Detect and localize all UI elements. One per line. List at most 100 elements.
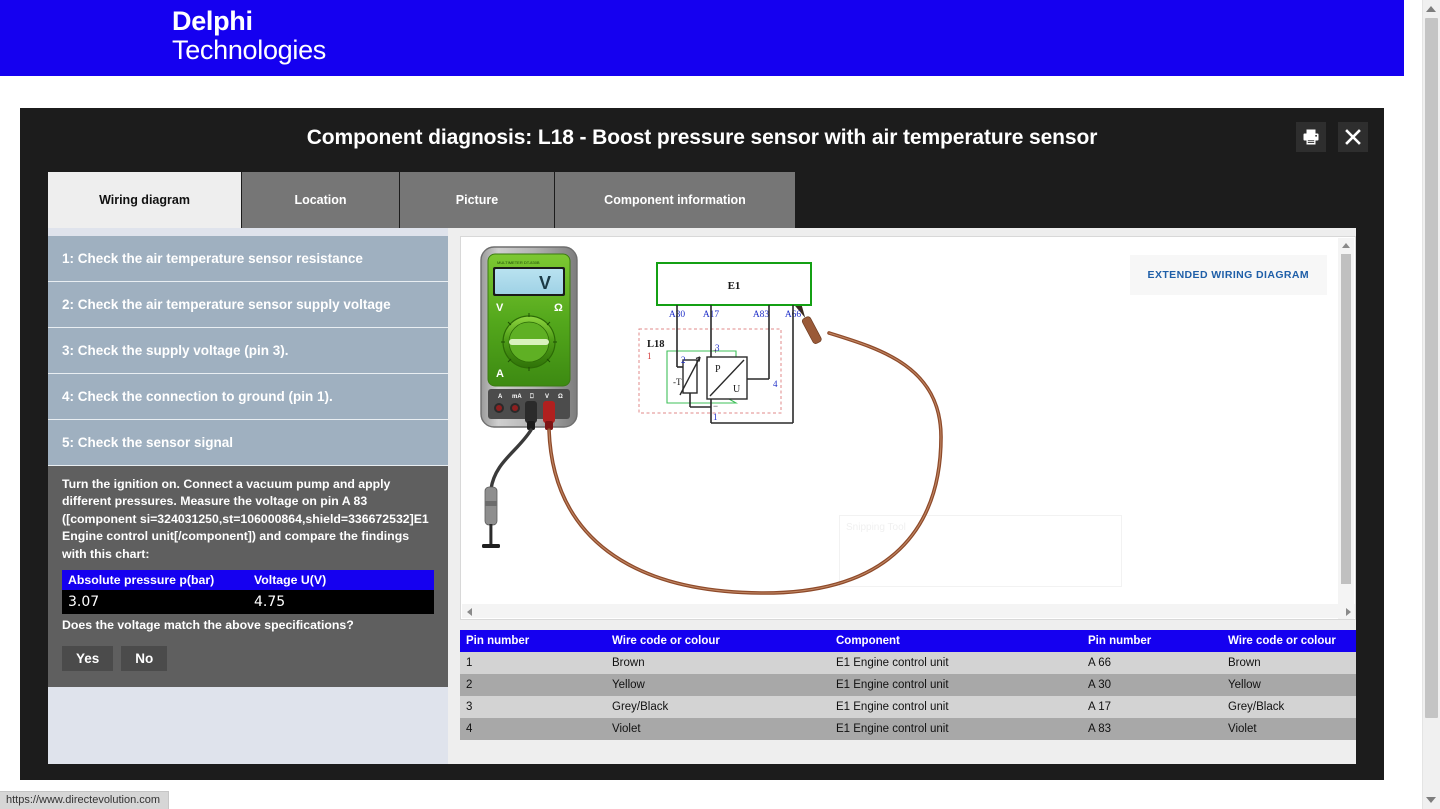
table-row: 3 Grey/Black E1 Engine control unit A 17… xyxy=(460,696,1356,718)
diagram-scroll-right-icon[interactable] xyxy=(1346,608,1351,616)
pin-col-wire-left: Wire code or colour xyxy=(606,630,830,652)
svg-text:1: 1 xyxy=(647,351,652,361)
svg-text:Ω: Ω xyxy=(554,302,563,314)
cell-pin-left: 3 xyxy=(460,696,606,718)
tab-wiring-diagram[interactable]: Wiring diagram xyxy=(48,172,242,228)
step-item-3[interactable]: 3: Check the supply voltage (pin 3). xyxy=(48,328,448,374)
step-item-2[interactable]: 2: Check the air temperature sensor supp… xyxy=(48,282,448,328)
svg-text:1: 1 xyxy=(713,412,718,422)
specification-table: Absolute pressure p(bar) Voltage U(V) 3.… xyxy=(62,570,434,614)
brand-line-2: Technologies xyxy=(172,37,326,64)
step-item-4[interactable]: 4: Check the connection to ground (pin 1… xyxy=(48,374,448,420)
ecu-block: E1 A30 A17 A83 A66 xyxy=(657,263,811,320)
svg-text:4: 4 xyxy=(773,379,778,389)
step-label: 4: Check the connection to ground (pin 1… xyxy=(62,389,333,404)
step-label: 2: Check the air temperature sensor supp… xyxy=(62,297,391,312)
dialog-actions xyxy=(1296,122,1368,152)
instruction-text: Turn the ignition on. Connect a vacuum p… xyxy=(62,476,434,563)
tab-picture[interactable]: Picture xyxy=(400,172,555,228)
step-label: 3: Check the supply voltage (pin 3). xyxy=(62,343,289,358)
cell-wire-left: Yellow xyxy=(606,674,830,696)
svg-text:U: U xyxy=(733,384,741,395)
svg-text:2: 2 xyxy=(681,355,686,365)
tab-location[interactable]: Location xyxy=(242,172,400,228)
black-test-lead xyxy=(491,430,531,489)
brand-header: Delphi Technologies xyxy=(0,0,1404,76)
dialog-content: 1: Check the air temperature sensor resi… xyxy=(48,228,1356,764)
dialog-title: Component diagnosis: L18 - Boost pressur… xyxy=(20,108,1384,168)
svg-text:E1: E1 xyxy=(728,280,741,292)
step-label: 1: Check the air temperature sensor resi… xyxy=(62,251,363,266)
brand-line-1: Delphi xyxy=(172,8,326,35)
tab-bar: Wiring diagram Location Picture Componen… xyxy=(48,172,796,228)
spec-table-row: 3.07 4.75 xyxy=(62,590,434,614)
svg-text:A: A xyxy=(498,394,503,400)
svg-text:V: V xyxy=(545,394,549,400)
browser-status-bar: https://www.directevolution.com xyxy=(0,791,169,809)
cell-pin-left: 4 xyxy=(460,718,606,740)
pin-connection-table: Pin number Wire code or colour Component… xyxy=(460,630,1356,740)
cell-wire-left: Violet xyxy=(606,718,830,740)
cell-component: E1 Engine control unit xyxy=(830,652,1082,674)
cell-wire-right: Brown xyxy=(1222,652,1356,674)
pin-col-pin-number-left: Pin number xyxy=(460,630,606,652)
spec-col-voltage: Voltage U(V) xyxy=(248,570,434,590)
svg-text:P: P xyxy=(715,364,721,375)
cell-pin-right: A 30 xyxy=(1082,674,1222,696)
browser-scrollbar-thumb[interactable] xyxy=(1425,18,1438,718)
svg-text:Ω: Ω xyxy=(558,394,563,400)
step-item-1[interactable]: 1: Check the air temperature sensor resi… xyxy=(48,236,448,282)
svg-text:-T: -T xyxy=(673,377,682,387)
close-icon xyxy=(1344,128,1362,146)
tab-label: Wiring diagram xyxy=(99,193,190,207)
cell-wire-right: Yellow xyxy=(1222,674,1356,696)
diagram-vertical-scrollbar[interactable] xyxy=(1338,238,1354,620)
scroll-down-arrow-icon[interactable] xyxy=(1426,797,1436,803)
close-button[interactable] xyxy=(1338,122,1368,152)
cell-pin-right: A 83 xyxy=(1082,718,1222,740)
yes-button[interactable]: Yes xyxy=(62,646,113,671)
svg-text:L18: L18 xyxy=(647,339,665,350)
cell-pin-right: A 66 xyxy=(1082,652,1222,674)
no-button[interactable]: No xyxy=(121,646,167,671)
cell-pin-left: 1 xyxy=(460,652,606,674)
wiring-diagram-illustration: MULTIMETER DT-830B V V Ω A xyxy=(461,237,1341,605)
printer-icon xyxy=(1302,128,1320,146)
svg-text:−: − xyxy=(713,401,718,411)
cell-wire-right: Violet xyxy=(1222,718,1356,740)
svg-text:mA: mA xyxy=(512,394,522,400)
cell-wire-left: Brown xyxy=(606,652,830,674)
svg-text:3: 3 xyxy=(715,343,720,353)
svg-text:MULTIMETER DT-830B: MULTIMETER DT-830B xyxy=(497,260,540,265)
diagram-scroll-up-icon[interactable] xyxy=(1342,243,1350,248)
cell-component: E1 Engine control unit xyxy=(830,718,1082,740)
tab-component-information[interactable]: Component information xyxy=(555,172,796,228)
svg-text:⎕: ⎕ xyxy=(530,393,534,400)
svg-text:A83: A83 xyxy=(753,310,770,320)
cell-wire-right: Grey/Black xyxy=(1222,696,1356,718)
table-row: 1 Brown E1 Engine control unit A 66 Brow… xyxy=(460,652,1356,674)
spec-col-pressure: Absolute pressure p(bar) xyxy=(62,570,248,590)
wiring-diagram-viewport[interactable]: Snipping Tool EXTENDED WIRING DIAGRAM xyxy=(460,236,1356,620)
scroll-up-arrow-icon[interactable] xyxy=(1426,6,1436,12)
tab-label: Component information xyxy=(604,193,746,207)
table-row: 4 Violet E1 Engine control unit A 83 Vio… xyxy=(460,718,1356,740)
diagnosis-steps-panel: 1: Check the air temperature sensor resi… xyxy=(48,236,448,687)
diagram-horizontal-scrollbar[interactable] xyxy=(462,604,1356,618)
spec-table-header-row: Absolute pressure p(bar) Voltage U(V) xyxy=(62,570,434,590)
diagram-scrollbar-thumb[interactable] xyxy=(1341,254,1351,584)
print-button[interactable] xyxy=(1296,122,1326,152)
spec-cell-voltage: 4.75 xyxy=(248,590,434,614)
delphi-technologies-logo: Delphi Technologies xyxy=(172,8,326,64)
answer-buttons: Yes No xyxy=(62,646,434,671)
tab-label: Location xyxy=(294,193,346,207)
pin-table-header-row: Pin number Wire code or colour Component… xyxy=(460,630,1356,652)
step-item-5[interactable]: 5: Check the sensor signal xyxy=(48,420,448,466)
black-probe xyxy=(482,487,500,548)
svg-text:V: V xyxy=(539,273,551,293)
multimeter-graphic: MULTIMETER DT-830B V V Ω A xyxy=(481,247,577,430)
browser-vertical-scrollbar[interactable] xyxy=(1422,0,1440,809)
component-diagnosis-dialog: Component diagnosis: L18 - Boost pressur… xyxy=(20,108,1384,780)
cell-component: E1 Engine control unit xyxy=(830,696,1082,718)
diagram-scroll-left-icon[interactable] xyxy=(467,608,472,616)
